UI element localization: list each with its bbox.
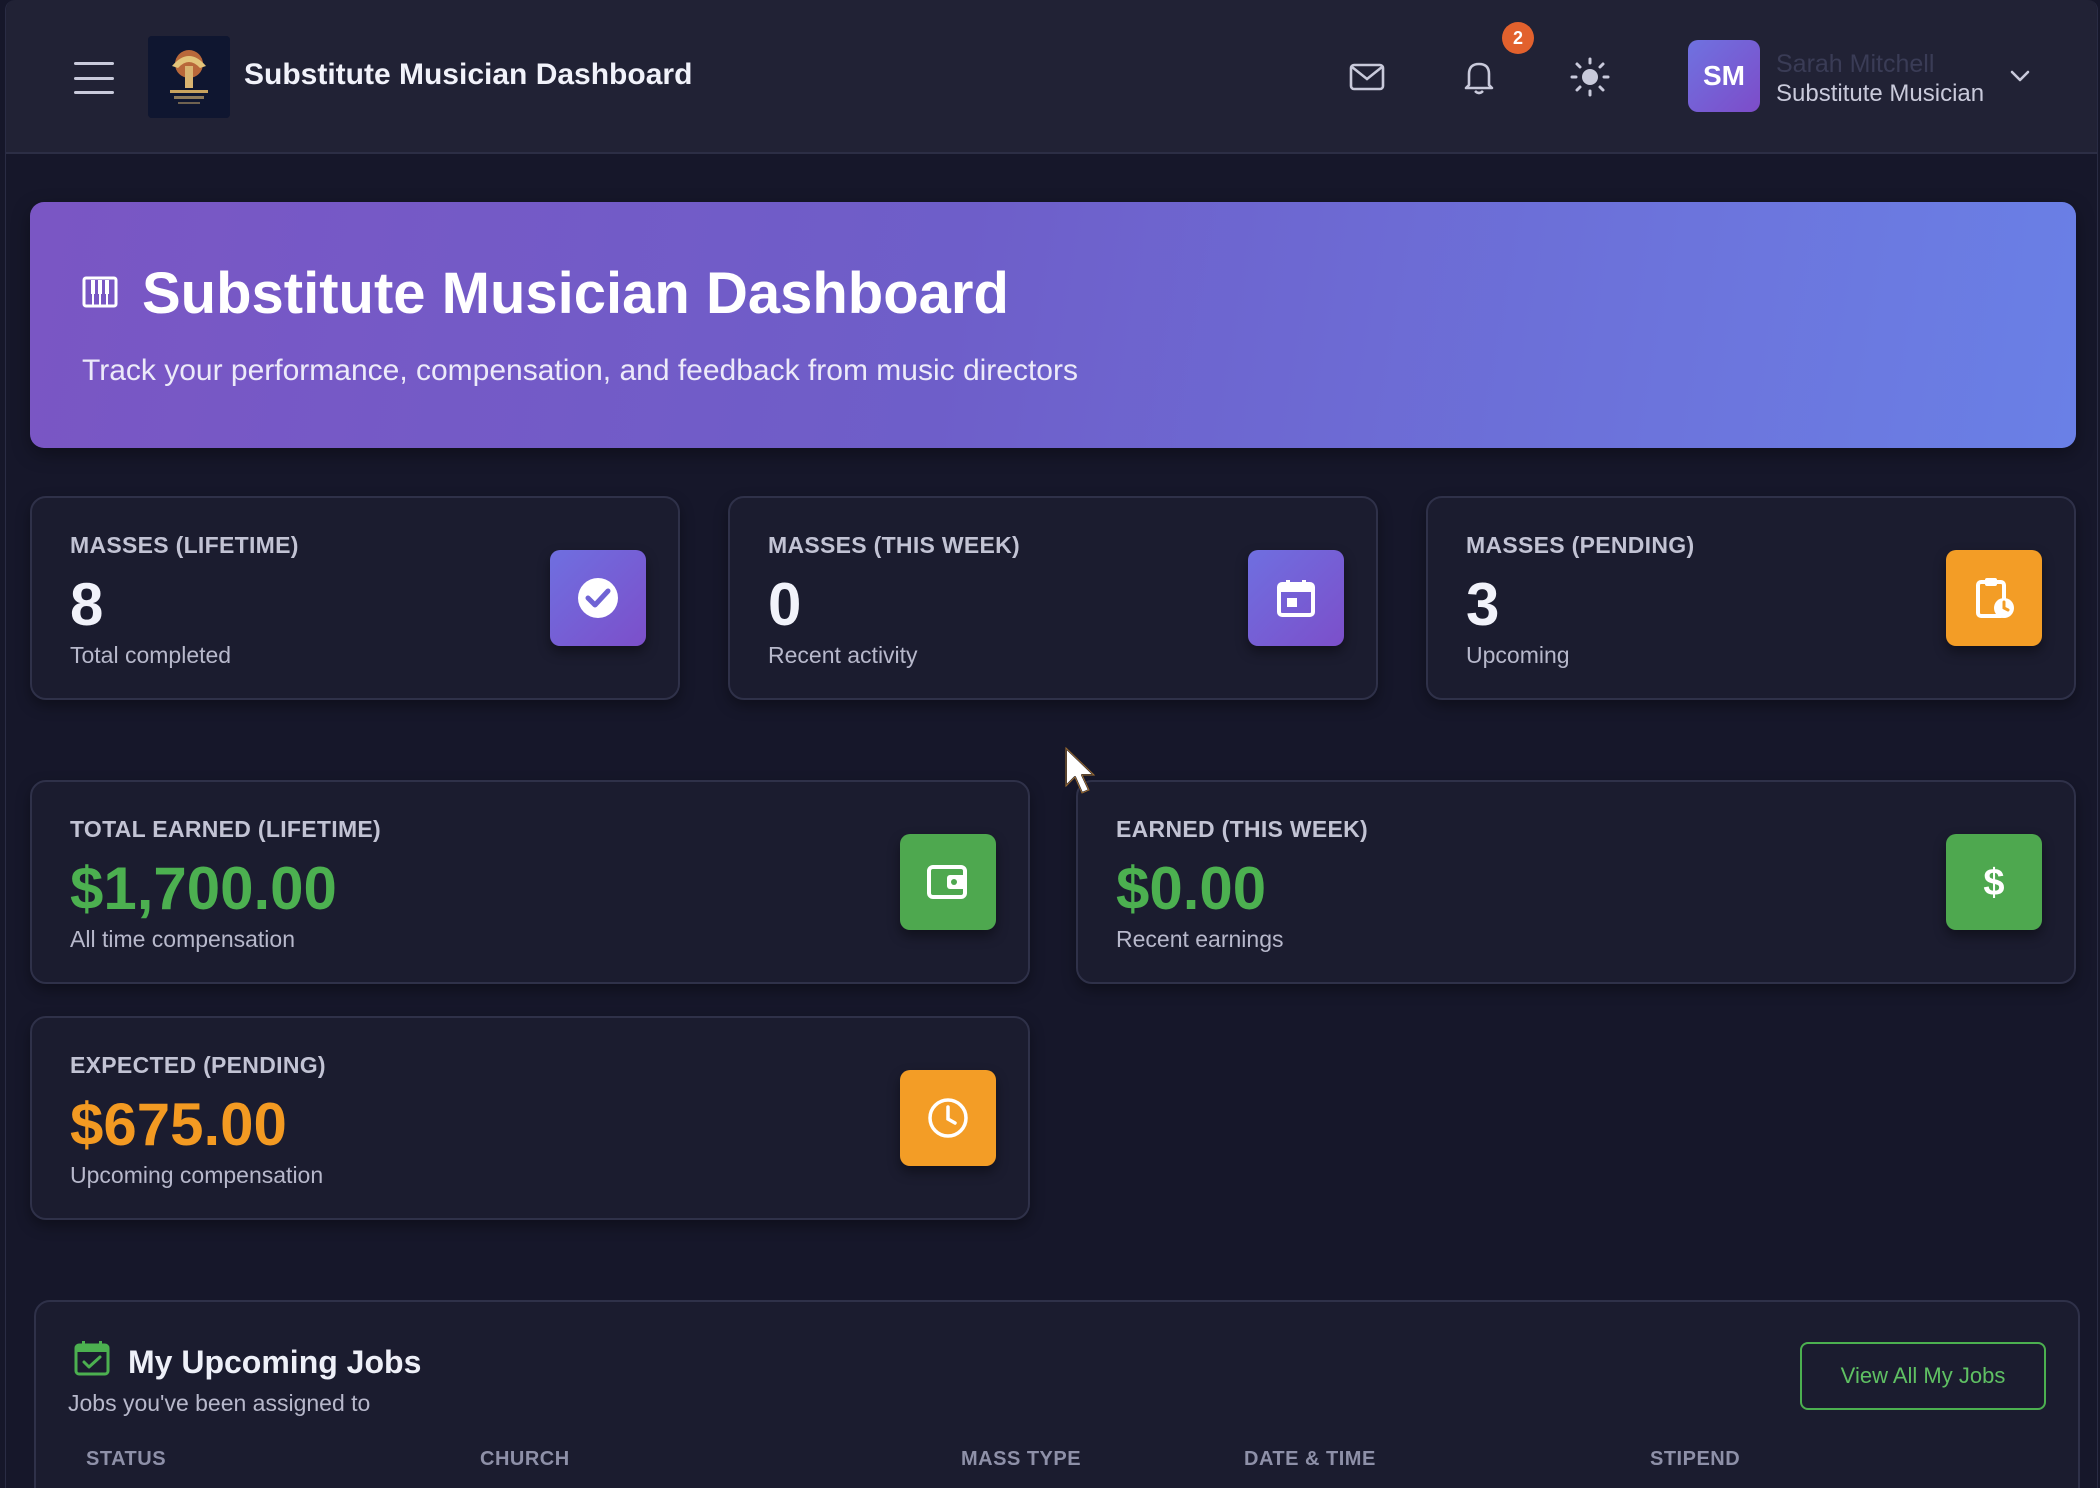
hero-banner: Substitute Musician Dashboard Track your… <box>30 202 2076 448</box>
stat-value: $1,700.00 <box>70 855 337 922</box>
stat-value: $675.00 <box>70 1091 287 1158</box>
svg-text:$: $ <box>1983 862 2004 904</box>
chevron-down-icon[interactable] <box>2006 64 2034 88</box>
menu-icon[interactable] <box>74 62 114 94</box>
piano-icon <box>82 274 118 310</box>
sun-icon[interactable] <box>1567 54 1613 100</box>
stat-label: EXPECTED (PENDING) <box>70 1052 326 1078</box>
stat-label: EARNED (THIS WEEK) <box>1116 816 1369 842</box>
stat-card-masses-pending: MASSES (PENDING) 3 Upcoming <box>1426 496 2076 700</box>
stat-label: TOTAL EARNED (LIFETIME) <box>70 816 381 842</box>
upcoming-jobs-panel: My Upcoming Jobs Jobs you've been assign… <box>34 1300 2080 1488</box>
stat-label: MASSES (THIS WEEK) <box>768 532 1021 558</box>
stat-value: 8 <box>70 571 104 638</box>
stat-card-expected-pending: EXPECTED (PENDING) $675.00 Upcoming comp… <box>30 1016 1030 1220</box>
calendar-check-icon <box>74 1340 110 1376</box>
clock-icon <box>900 1070 996 1166</box>
column-header-church[interactable]: CHURCH <box>480 1448 570 1471</box>
top-bar: Substitute Musician Dashboard 2 SM Sarah… <box>6 0 2097 154</box>
app-window: Substitute Musician Dashboard 2 SM Sarah… <box>5 0 2098 1488</box>
column-header-stipend[interactable]: STIPEND <box>1650 1448 1740 1471</box>
stat-card-earned-lifetime: TOTAL EARNED (LIFETIME) $1,700.00 All ti… <box>30 780 1030 984</box>
user-name: Sarah Mitchell <box>1776 50 1935 78</box>
stat-sub: Recent earnings <box>1116 926 1284 952</box>
column-header-mass-type[interactable]: MASS TYPE <box>961 1448 1081 1471</box>
page-subtitle: Track your performance, compensation, an… <box>82 354 1078 387</box>
stat-value: 3 <box>1466 571 1500 638</box>
stat-sub: Recent activity <box>768 642 918 668</box>
stat-sub: Upcoming <box>1466 642 1570 668</box>
church-logo[interactable] <box>148 36 230 118</box>
view-all-jobs-button[interactable]: View All My Jobs <box>1800 1342 2046 1410</box>
clipboard-clock-icon <box>1946 550 2042 646</box>
mail-icon[interactable] <box>1344 54 1390 100</box>
bell-icon[interactable] <box>1456 54 1502 100</box>
stat-sub: Total completed <box>70 642 232 668</box>
check-circle-icon <box>550 550 646 646</box>
stat-value: $0.00 <box>1116 855 1267 922</box>
mouse-cursor-icon <box>1062 746 1102 798</box>
dollar-icon: $ <box>1946 834 2042 930</box>
section-subtitle: Jobs you've been assigned to <box>68 1390 371 1416</box>
stat-card-masses-week: MASSES (THIS WEEK) 0 Recent activity <box>728 496 1378 700</box>
stat-label: MASSES (LIFETIME) <box>70 532 299 558</box>
page-title: Substitute Musician Dashboard <box>142 261 1009 326</box>
column-header-date-time[interactable]: DATE & TIME <box>1244 1448 1376 1471</box>
stat-sub: Upcoming compensation <box>70 1162 324 1188</box>
wallet-icon <box>900 834 996 930</box>
section-title: My Upcoming Jobs <box>128 1344 422 1380</box>
calendar-icon <box>1248 550 1344 646</box>
notification-badge: 2 <box>1502 22 1534 54</box>
stat-card-earned-week: EARNED (THIS WEEK) $0.00 Recent earnings… <box>1076 780 2076 984</box>
app-title: Substitute Musician Dashboard <box>244 58 693 91</box>
stat-label: MASSES (PENDING) <box>1466 532 1695 558</box>
avatar[interactable]: SM <box>1688 40 1760 112</box>
column-header-status[interactable]: STATUS <box>86 1448 166 1471</box>
stat-sub: All time compensation <box>70 926 295 952</box>
stat-value: 0 <box>768 571 802 638</box>
user-role: Substitute Musician <box>1776 80 1985 107</box>
stat-card-masses-lifetime: MASSES (LIFETIME) 8 Total completed <box>30 496 680 700</box>
